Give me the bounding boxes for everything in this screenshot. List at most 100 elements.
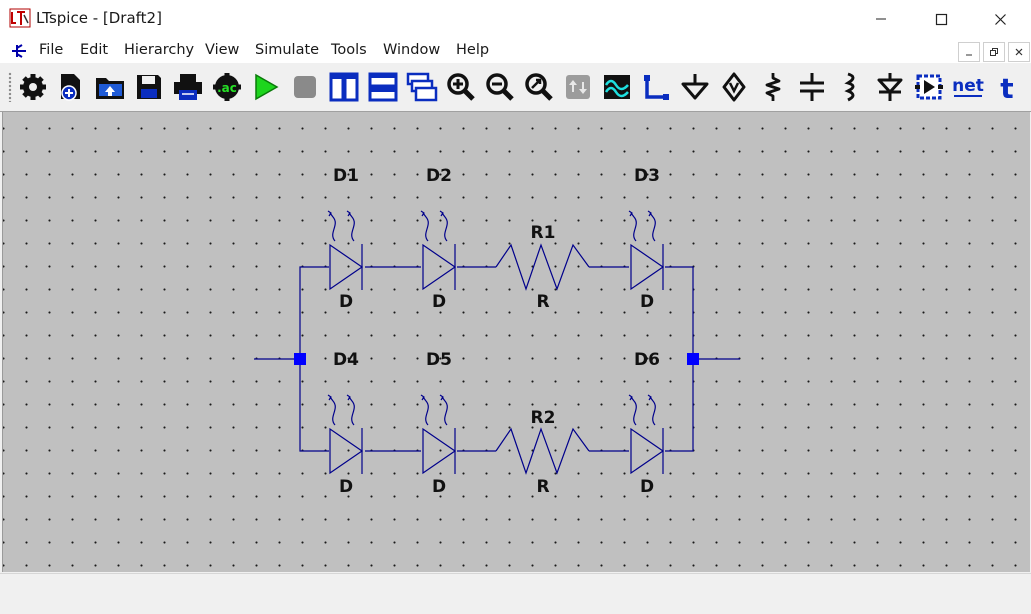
open-button[interactable] xyxy=(93,70,127,104)
ref-label-d4[interactable]: D4 xyxy=(333,350,359,370)
ac-label: .ac xyxy=(217,81,237,95)
schematic-doc-icon xyxy=(12,44,26,58)
close-icon xyxy=(1015,48,1023,56)
close-icon xyxy=(994,13,1006,25)
inductor-icon xyxy=(844,72,855,102)
cascade-windows-icon xyxy=(406,72,438,102)
junction-right[interactable] xyxy=(687,353,699,365)
open-folder-icon xyxy=(96,78,124,99)
value-label-r2[interactable]: R xyxy=(536,477,549,497)
label-net-button[interactable] xyxy=(717,70,751,104)
net-label-icon xyxy=(722,72,746,102)
text-button[interactable]: t xyxy=(990,70,1024,104)
menu-bar: File Edit Hierarchy View Simulate Tools … xyxy=(0,38,1031,63)
gear-icon xyxy=(20,74,46,100)
value-label-d3[interactable]: D xyxy=(640,292,654,312)
minimize-button[interactable] xyxy=(858,0,904,38)
title-bar: LTspice - [Draft2] xyxy=(0,0,1031,39)
menu-tools[interactable]: Tools xyxy=(331,42,367,58)
ref-label-r1[interactable]: R1 xyxy=(531,223,556,243)
resistor-r2[interactable] xyxy=(495,427,590,475)
zoom-out-button[interactable] xyxy=(483,70,517,104)
minimize-icon xyxy=(876,18,886,20)
zoom-in-icon xyxy=(447,73,475,101)
menu-edit[interactable]: Edit xyxy=(80,42,108,58)
tile-horizontal-icon xyxy=(368,72,398,102)
ground-icon xyxy=(681,74,709,100)
inductor-button[interactable] xyxy=(834,70,868,104)
mdi-restore-button[interactable] xyxy=(983,42,1005,62)
stop-icon xyxy=(294,76,316,98)
play-icon xyxy=(255,73,279,101)
value-label-d6[interactable]: D xyxy=(640,477,654,497)
capacitor-button[interactable] xyxy=(795,70,829,104)
ref-label-r2[interactable]: R2 xyxy=(531,408,556,428)
led-d4[interactable] xyxy=(327,394,363,475)
edit-simulation-command-button[interactable]: .ac xyxy=(210,70,244,104)
net-text-icon: net xyxy=(952,76,984,97)
resistor-r1[interactable] xyxy=(495,243,590,291)
component-button[interactable] xyxy=(912,70,946,104)
ref-label-d2[interactable]: D2 xyxy=(426,166,452,186)
mdi-close-button[interactable] xyxy=(1008,42,1030,62)
zoom-fit-icon xyxy=(525,73,553,101)
maximize-button[interactable] xyxy=(918,0,964,38)
status-bar xyxy=(0,573,1031,614)
autorange-button[interactable] xyxy=(561,70,595,104)
t-label: t xyxy=(1000,72,1013,102)
ref-label-d5[interactable]: D5 xyxy=(426,350,452,370)
resistor-button[interactable] xyxy=(756,70,790,104)
mdi-minimize-button[interactable] xyxy=(958,42,980,62)
spice-directive-button[interactable]: net xyxy=(951,70,985,104)
toolbar-grip[interactable] xyxy=(8,72,12,102)
tile-horizontal-button[interactable] xyxy=(366,70,400,104)
halt-button[interactable] xyxy=(288,70,322,104)
led-d3[interactable] xyxy=(628,210,664,291)
net-label: net xyxy=(952,76,984,96)
new-document-icon xyxy=(61,74,80,101)
junction-left[interactable] xyxy=(294,353,306,365)
settings-button[interactable] xyxy=(16,70,50,104)
value-label-d5[interactable]: D xyxy=(432,477,446,497)
tile-vertical-icon xyxy=(329,72,359,102)
menu-help[interactable]: Help xyxy=(456,42,489,58)
led-d5[interactable] xyxy=(420,394,456,475)
draw-wire-button[interactable] xyxy=(639,70,673,104)
led-d1[interactable] xyxy=(327,210,363,291)
zoom-fit-button[interactable] xyxy=(522,70,556,104)
print-button[interactable] xyxy=(171,70,205,104)
ref-label-d6[interactable]: D6 xyxy=(634,350,660,370)
menu-hierarchy[interactable]: Hierarchy xyxy=(124,42,194,58)
menu-simulate[interactable]: Simulate xyxy=(255,42,319,58)
ltspice-logo-icon xyxy=(9,8,31,28)
menu-view[interactable]: View xyxy=(205,42,239,58)
waveform-icon xyxy=(604,75,630,99)
value-label-d1[interactable]: D xyxy=(339,292,353,312)
diode-button[interactable] xyxy=(873,70,907,104)
run-button[interactable] xyxy=(249,70,283,104)
ref-label-d1[interactable]: D1 xyxy=(333,166,359,186)
window-title: LTspice - [Draft2] xyxy=(36,9,162,27)
value-label-d2[interactable]: D xyxy=(432,292,446,312)
zoom-in-button[interactable] xyxy=(444,70,478,104)
minimize-icon xyxy=(966,54,972,56)
menu-file[interactable]: File xyxy=(39,42,63,58)
save-button[interactable] xyxy=(132,70,166,104)
capacitor-icon xyxy=(800,73,824,101)
schematic-canvas[interactable]: D1 D D2 D R1 R D3 D D4 D D5 D R2 R D6 D xyxy=(2,112,1030,572)
new-schematic-button[interactable] xyxy=(54,70,88,104)
close-button[interactable] xyxy=(977,0,1023,38)
led-d2[interactable] xyxy=(420,210,456,291)
printer-icon xyxy=(174,74,202,100)
tile-vertical-button[interactable] xyxy=(327,70,361,104)
led-d6[interactable] xyxy=(628,394,664,475)
component-icon xyxy=(915,74,943,100)
value-label-d4[interactable]: D xyxy=(339,477,353,497)
restore-icon xyxy=(990,48,998,56)
ref-label-d3[interactable]: D3 xyxy=(634,166,660,186)
cascade-button[interactable] xyxy=(405,70,439,104)
waveform-viewer-button[interactable] xyxy=(600,70,634,104)
value-label-r1[interactable]: R xyxy=(536,292,549,312)
menu-window[interactable]: Window xyxy=(383,42,440,58)
ground-button[interactable] xyxy=(678,70,712,104)
